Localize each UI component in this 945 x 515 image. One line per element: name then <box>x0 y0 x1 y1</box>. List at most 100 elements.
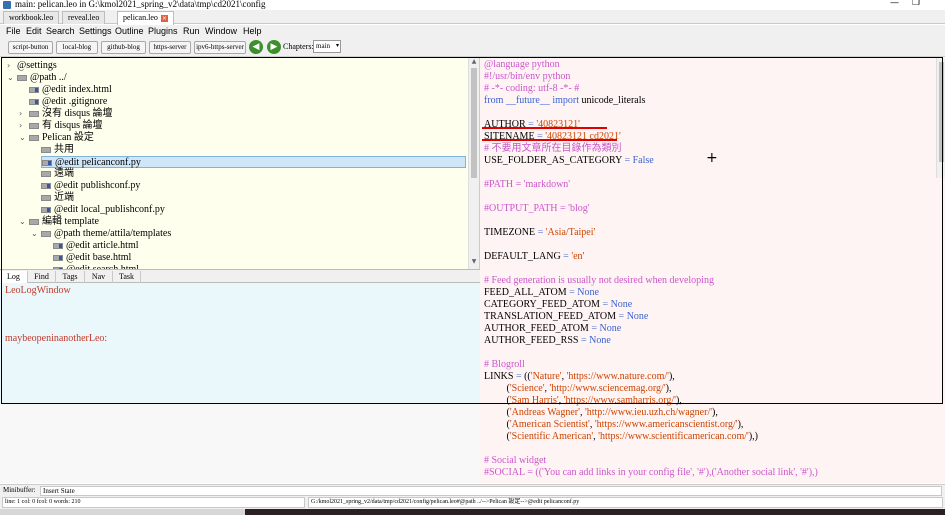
code-token: ), <box>675 395 682 406</box>
tab-reveal[interactable]: reveal.leo <box>62 11 106 24</box>
code-token: __future__ <box>505 95 550 106</box>
outline-node[interactable]: @edit publishconf.py <box>41 180 140 192</box>
back-arrow-icon[interactable]: ◀ <box>249 40 263 54</box>
code-line: CATEGORY_FEED_ATOM = None <box>484 299 632 311</box>
code-token: #OUTPUT_PATH = 'blog' <box>484 203 590 214</box>
code-token: 'Asia/Taipei' <box>545 227 596 238</box>
outline-node[interactable]: Pelican 設定 <box>29 132 94 144</box>
code-token: None <box>610 299 633 310</box>
node-expander-icon[interactable]: ⌄ <box>19 216 27 228</box>
menu-search[interactable]: Search <box>46 25 75 38</box>
code-line: # Social widget <box>484 455 546 467</box>
outline-node[interactable]: 有 disqus 論壇 <box>29 120 103 132</box>
menu-window[interactable]: Window <box>205 25 237 38</box>
chevron-down-icon: ▾ <box>335 43 339 49</box>
log-pane[interactable]: LeoLogWindow maybeopeninanotherLeo: <box>0 283 480 483</box>
code-line: AUTHOR = '40823121' <box>484 119 580 131</box>
outline-node[interactable]: @edit article.html <box>53 240 139 252</box>
script-button[interactable]: script-button <box>8 41 53 54</box>
code-token: FEED_ALL_ATOM <box>484 287 567 298</box>
log-line: maybeopeninanotherLeo: <box>5 333 108 344</box>
code-token: #!/usr/bin/env python <box>484 71 571 82</box>
node-expander-icon[interactable]: › <box>7 60 15 72</box>
tab-log[interactable]: Log <box>0 271 28 283</box>
body-editor[interactable]: + @language python #!/usr/bin/env python #… <box>480 58 945 483</box>
code-line: FEED_ALL_ATOM = None <box>484 287 599 299</box>
node-box-icon <box>29 122 39 129</box>
code-line: #SOCIAL = (('You can add links in your c… <box>484 467 818 479</box>
outline-node[interactable]: 編輯 template <box>29 216 99 228</box>
chapters-select[interactable]: main ▾ <box>313 40 341 53</box>
code-token: AUTHOR_FEED_ATOM <box>484 323 589 334</box>
minibuffer-input[interactable]: Insert State <box>40 486 942 496</box>
outline-scroll-thumb[interactable] <box>471 68 477 178</box>
menu-edit[interactable]: Edit <box>26 25 42 38</box>
tab-find[interactable]: Find <box>28 271 56 283</box>
code-token: = <box>566 287 578 298</box>
code-token: unicode_literals <box>581 95 646 106</box>
node-expander-icon[interactable]: ⌄ <box>19 132 27 144</box>
tab-tags[interactable]: Tags <box>56 271 85 283</box>
scroll-down-icon[interactable]: ▼ <box>469 258 479 265</box>
node-expander-icon[interactable]: ⌄ <box>7 72 15 84</box>
outline-pane[interactable]: ▲ ▼ › @settings ⌄ @path ../@edit index.html… <box>0 58 480 269</box>
body-scrollbar[interactable] <box>936 58 945 178</box>
node-box-icon <box>29 110 39 117</box>
scroll-up-icon[interactable]: ▲ <box>469 58 479 65</box>
outline-node[interactable]: 共用 <box>41 144 74 156</box>
code-line: DEFAULT_LANG = 'en' <box>484 251 584 263</box>
outline-node[interactable]: @path theme/attila/templates <box>41 228 171 240</box>
node-expander-icon[interactable]: › <box>19 108 27 120</box>
minimize-icon[interactable]: — <box>890 0 899 8</box>
status-path: G:/kmol2021_spring_v2/data/tmp/cd2021/co… <box>308 497 943 508</box>
code-line: # Feed generation is usually not desired… <box>484 275 714 287</box>
outline-node[interactable]: @edit base.html <box>53 252 131 264</box>
tab-workbook[interactable]: workbook.leo <box>3 11 60 24</box>
code-line: USE_FOLDER_AS_CATEGORY = False <box>484 155 654 167</box>
tab-pelican[interactable]: pelican.leo × <box>117 11 174 25</box>
local-blog-button[interactable]: local-blog <box>56 41 98 54</box>
body-scroll-thumb[interactable] <box>939 62 944 162</box>
outline-node[interactable]: 遠端 <box>41 168 74 180</box>
code-line: ('Science', 'http://www.sciencemag.org/'… <box>484 383 672 395</box>
tab-task[interactable]: Task <box>113 271 141 283</box>
document-tabbar: workbook.leo reveal.leo pelican.leo × <box>0 10 945 25</box>
outline-scrollbar[interactable]: ▲ ▼ <box>468 58 479 269</box>
menu-outline[interactable]: Outline <box>115 25 144 38</box>
node-expander-icon[interactable]: ⌄ <box>31 228 39 240</box>
outline-node[interactable]: @edit .gitignore <box>29 96 107 108</box>
https-server-button[interactable]: https-server <box>149 41 191 54</box>
node-expander-icon[interactable]: › <box>19 120 27 132</box>
outline-node-label: @path theme/attila/templates <box>54 228 172 239</box>
menu-settings[interactable]: Settings <box>79 25 112 38</box>
close-tab-icon[interactable]: × <box>160 14 168 22</box>
code-token: ), <box>737 419 744 430</box>
node-box-icon <box>41 146 51 153</box>
menu-plugins[interactable]: Plugins <box>148 25 178 38</box>
outline-node-label: 有 disqus 論壇 <box>42 120 103 131</box>
code-token: = <box>525 119 537 130</box>
outline-node[interactable]: @edit index.html <box>29 84 112 96</box>
code-line: #PATH = 'markdown' <box>484 179 570 191</box>
outline-node[interactable]: 沒有 disqus 論壇 <box>29 108 113 120</box>
outline-node[interactable]: @settings <box>17 60 57 72</box>
outline-node[interactable]: @path ../ <box>17 72 67 84</box>
forward-arrow-icon[interactable]: ▶ <box>267 40 281 54</box>
tab-nav[interactable]: Nav <box>85 271 113 283</box>
github-blog-button[interactable]: github-blog <box>101 41 146 54</box>
menu-help[interactable]: Help <box>243 25 262 38</box>
maximize-icon[interactable]: ❐ <box>912 0 920 8</box>
window-titlebar: main: pelican.leo in G:\kmol2021_spring_… <box>0 0 945 10</box>
ipv6-https-server-button[interactable]: ipv6-https-server <box>194 41 246 54</box>
code-token: = <box>534 131 546 142</box>
outline-node[interactable]: @edit pelicanconf.py <box>41 156 466 168</box>
outline-node-label: @edit article.html <box>66 240 139 251</box>
code-token: = <box>578 335 590 346</box>
outline-node[interactable]: @edit local_publishconf.py <box>41 204 165 216</box>
code-line: ('Sam Harris', 'https://www.samharris.or… <box>484 395 682 407</box>
outline-node[interactable]: 近端 <box>41 192 74 204</box>
code-line: TIMEZONE = 'Asia/Taipei' <box>484 227 595 239</box>
menu-run[interactable]: Run <box>183 25 200 38</box>
menu-file[interactable]: File <box>6 25 21 38</box>
code-line: @language python <box>484 59 560 71</box>
